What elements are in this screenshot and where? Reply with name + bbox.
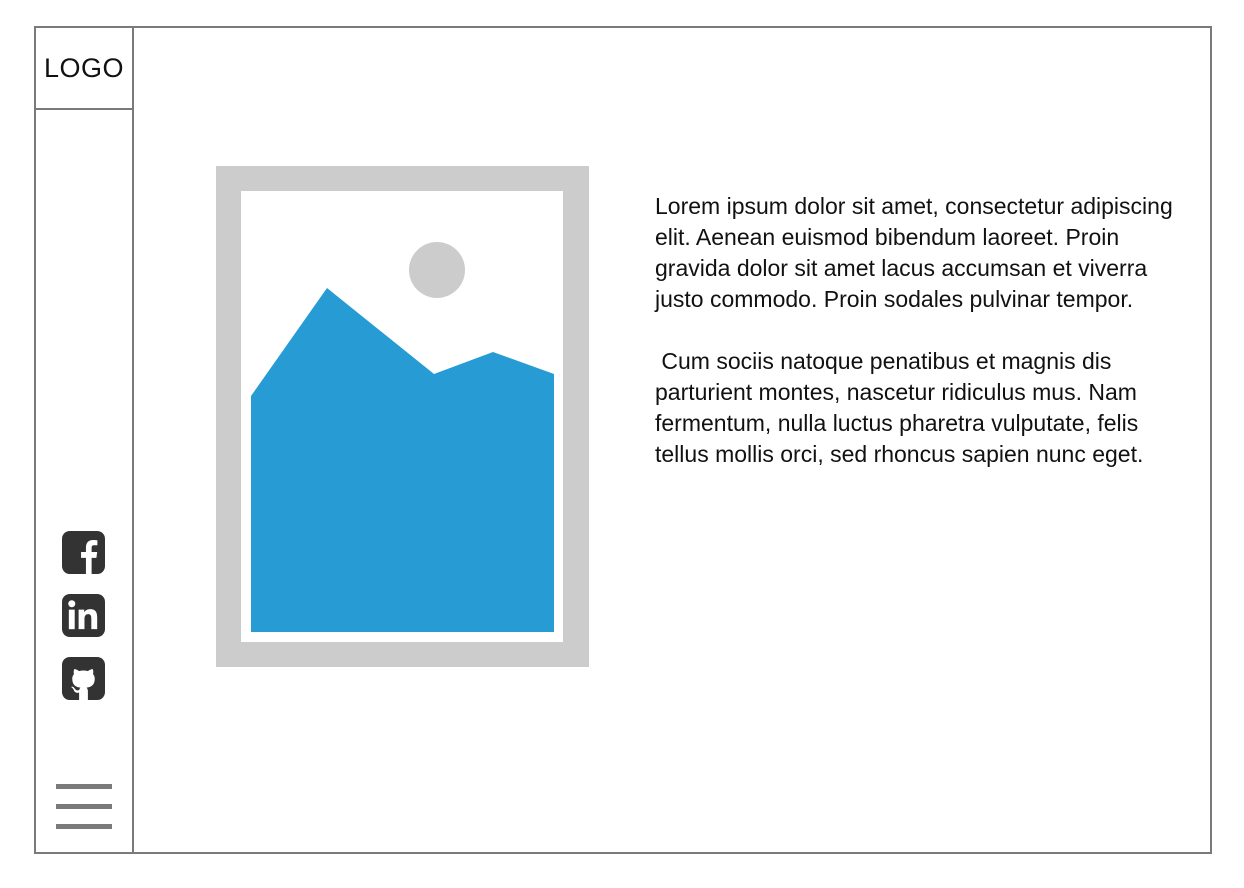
github-link[interactable] (62, 657, 105, 700)
hamburger-menu-icon-line-1 (56, 784, 112, 789)
paragraph-2: Cum sociis natoque penatibus et magnis d… (655, 348, 1145, 467)
linkedin-icon (62, 594, 105, 637)
menu-button[interactable] (56, 784, 112, 834)
image-placeholder-icon (216, 166, 589, 667)
hamburger-menu-icon-line-3 (56, 824, 112, 829)
paragraph-1: Lorem ipsum dolor sit amet, consectetur … (655, 193, 1180, 312)
facebook-icon (62, 531, 105, 574)
page-frame: LOGO Lorem ipsum dolor sit amet, consect… (34, 26, 1212, 854)
hamburger-menu-icon-line-2 (56, 804, 112, 809)
github-icon (62, 657, 105, 700)
linkedin-link[interactable] (62, 594, 105, 637)
logo[interactable]: LOGO (36, 28, 132, 110)
sidebar: LOGO (36, 28, 134, 852)
sun-shape (409, 242, 465, 298)
facebook-link[interactable] (62, 531, 105, 574)
body-text: Lorem ipsum dolor sit amet, consectetur … (655, 191, 1175, 501)
